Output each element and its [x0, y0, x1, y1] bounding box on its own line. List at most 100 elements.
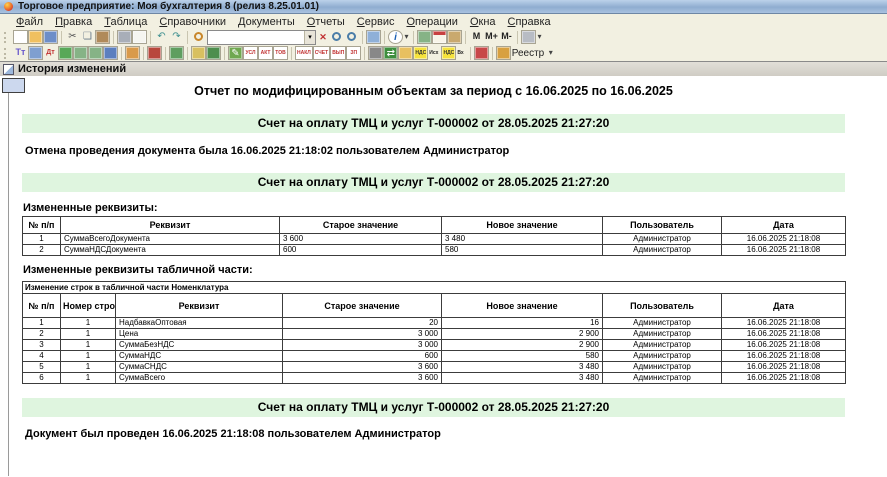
postings-icon[interactable]: [58, 46, 73, 60]
box-icon[interactable]: [206, 46, 221, 60]
column-header-user: Пользователь: [603, 294, 722, 318]
money-icon[interactable]: [191, 46, 206, 60]
registry-button-icon[interactable]: [496, 46, 511, 60]
doc-vyp-icon[interactable]: ВЫП: [330, 46, 346, 60]
table-cell: 580: [442, 245, 603, 256]
doc-schet-icon[interactable]: СЧЕТ: [313, 46, 330, 60]
menu-item-operations[interactable]: Операции: [400, 16, 463, 28]
table-cell: 16.06.2025 21:18:08: [722, 351, 846, 362]
dropdown-caret[interactable]: ▾: [403, 30, 410, 44]
doc-zp-icon[interactable]: ЗП: [346, 46, 361, 60]
table-cell: 2 900: [442, 340, 603, 351]
doc-akt-icon[interactable]: АКТ: [258, 46, 273, 60]
report-area[interactable]: Отчет по модифицированным объектам за пе…: [0, 76, 887, 476]
dropdown-caret[interactable]: ▾: [536, 30, 543, 44]
dropdown-caret[interactable]: ▾: [547, 46, 554, 60]
application-window: Торговое предприятие: Моя бухгалтерия 8 …: [0, 0, 887, 477]
undo-icon[interactable]: ↶: [154, 30, 169, 44]
open-folder-icon[interactable]: [28, 30, 43, 44]
menu-item-windows[interactable]: Окна: [464, 16, 502, 28]
paste-icon[interactable]: [95, 30, 110, 44]
table-icon[interactable]: [88, 46, 103, 60]
users-icon[interactable]: [447, 30, 462, 44]
spreadsheet-corner-cell[interactable]: [2, 78, 25, 93]
menu-item-service[interactable]: Сервис: [351, 16, 401, 28]
table-row: 11НадбавкаОптовая2016Администратор16.06.…: [23, 318, 846, 329]
copy-icon[interactable]: ❏: [80, 30, 95, 44]
memory-recall-button[interactable]: М: [469, 30, 484, 44]
info-icon[interactable]: i: [388, 30, 403, 44]
calculator-icon[interactable]: [417, 30, 432, 44]
table-cell: 16.06.2025 21:18:08: [722, 245, 846, 256]
doc-usl-icon[interactable]: УСЛ: [243, 46, 258, 60]
menu-item-documents[interactable]: Документы: [232, 16, 301, 28]
calendar-icon[interactable]: [432, 30, 447, 44]
table-header-row: № п/п Реквизит Старое значение Новое зна…: [23, 217, 846, 234]
doc-tov-icon[interactable]: ТОВ: [273, 46, 288, 60]
tip-of-day-icon[interactable]: [521, 30, 536, 44]
nds-out-icon-label[interactable]: Исх: [429, 47, 438, 59]
menu-item-directories[interactable]: Справочники: [153, 16, 232, 28]
title-bar[interactable]: Торговое предприятие: Моя бухгалтерия 8 …: [0, 0, 887, 14]
doc-nakl-icon[interactable]: НАКЛ: [295, 46, 313, 60]
chart-icon[interactable]: [28, 46, 43, 60]
find-next-icon[interactable]: [329, 30, 344, 44]
menu-item-help[interactable]: Справка: [502, 16, 557, 28]
table-row: 2СуммаНДСДокумента600580Администратор16.…: [23, 245, 846, 256]
person-icon[interactable]: [125, 46, 140, 60]
people-icon[interactable]: [103, 46, 118, 60]
print-preview-icon[interactable]: [132, 30, 147, 44]
document-banner[interactable]: Счет на оплату ТМЦ и услуг Т-000002 от 2…: [22, 398, 845, 417]
table-cell: 2 900: [442, 329, 603, 340]
document-banner[interactable]: Счет на оплату ТМЦ и услуг Т-000002 от 2…: [22, 114, 845, 133]
changed-attributes-heading: Измененные реквизиты:: [23, 202, 845, 214]
debit-credit-icon[interactable]: Дт: [43, 46, 58, 60]
memory-plus-button[interactable]: М+: [484, 30, 499, 44]
document-banner[interactable]: Счет на оплату ТМЦ и услуг Т-000002 от 2…: [22, 173, 845, 192]
find-icon[interactable]: [191, 30, 206, 44]
nds-in-icon-label[interactable]: Вх: [457, 47, 463, 59]
calculator2-icon[interactable]: [73, 46, 88, 60]
posted-event-text: Документ был проведен 16.06.2025 21:18:0…: [25, 428, 845, 440]
edit-icon[interactable]: ✎: [228, 46, 243, 60]
table-cell: 16.06.2025 21:18:08: [722, 362, 846, 373]
plug-icon[interactable]: [169, 46, 184, 60]
font-icon[interactable]: Тт: [13, 46, 28, 60]
memory-minus-button[interactable]: М-: [499, 30, 514, 44]
table-row: 51СуммаСНДС3 6003 480Администратор16.06.…: [23, 362, 846, 373]
cart-icon[interactable]: [368, 46, 383, 60]
toolbar-drag-handle[interactable]: [4, 32, 9, 43]
cut-icon[interactable]: ✂: [65, 30, 80, 44]
menu-item-file[interactable]: Файл: [10, 16, 49, 28]
save-icon[interactable]: [43, 30, 58, 44]
column-header-new-value: Новое значение: [442, 217, 603, 234]
folder-warning-icon[interactable]: [398, 46, 413, 60]
registry-button-icon-label[interactable]: Реестр: [512, 48, 545, 59]
nds-in-icon[interactable]: НДС: [441, 46, 456, 60]
exchange-icon[interactable]: ⇄: [383, 46, 398, 60]
menu-item-edit[interactable]: Правка: [49, 16, 98, 28]
toolbar-separator: [187, 47, 188, 60]
print-icon[interactable]: [117, 30, 132, 44]
table-cell: Администратор: [603, 245, 722, 256]
toolbar-drag-handle[interactable]: [4, 48, 9, 59]
search-clear-button[interactable]: ✕: [317, 32, 329, 43]
salary-icon[interactable]: [474, 46, 489, 60]
tab-history-of-changes[interactable]: История изменений: [18, 63, 126, 75]
nds-out-icon[interactable]: НДС: [413, 46, 428, 60]
table-cell: 20: [283, 318, 442, 329]
book-icon[interactable]: [147, 46, 162, 60]
search-dropdown-button[interactable]: ▾: [304, 31, 315, 44]
duplicate-icon[interactable]: [366, 30, 381, 44]
table-cell: 3 600: [283, 362, 442, 373]
menu-item-table[interactable]: Таблица: [98, 16, 153, 28]
1c-logo-icon: [4, 2, 13, 11]
find-prev-icon[interactable]: [344, 30, 359, 44]
menu-item-reports[interactable]: Отчеты: [301, 16, 351, 28]
table-cell: Администратор: [603, 340, 722, 351]
search-box[interactable]: ▾: [207, 30, 316, 45]
redo-icon[interactable]: ↷: [169, 30, 184, 44]
toolbar-separator: [364, 47, 365, 60]
search-input[interactable]: [208, 32, 304, 43]
new-document-icon[interactable]: [13, 30, 28, 44]
